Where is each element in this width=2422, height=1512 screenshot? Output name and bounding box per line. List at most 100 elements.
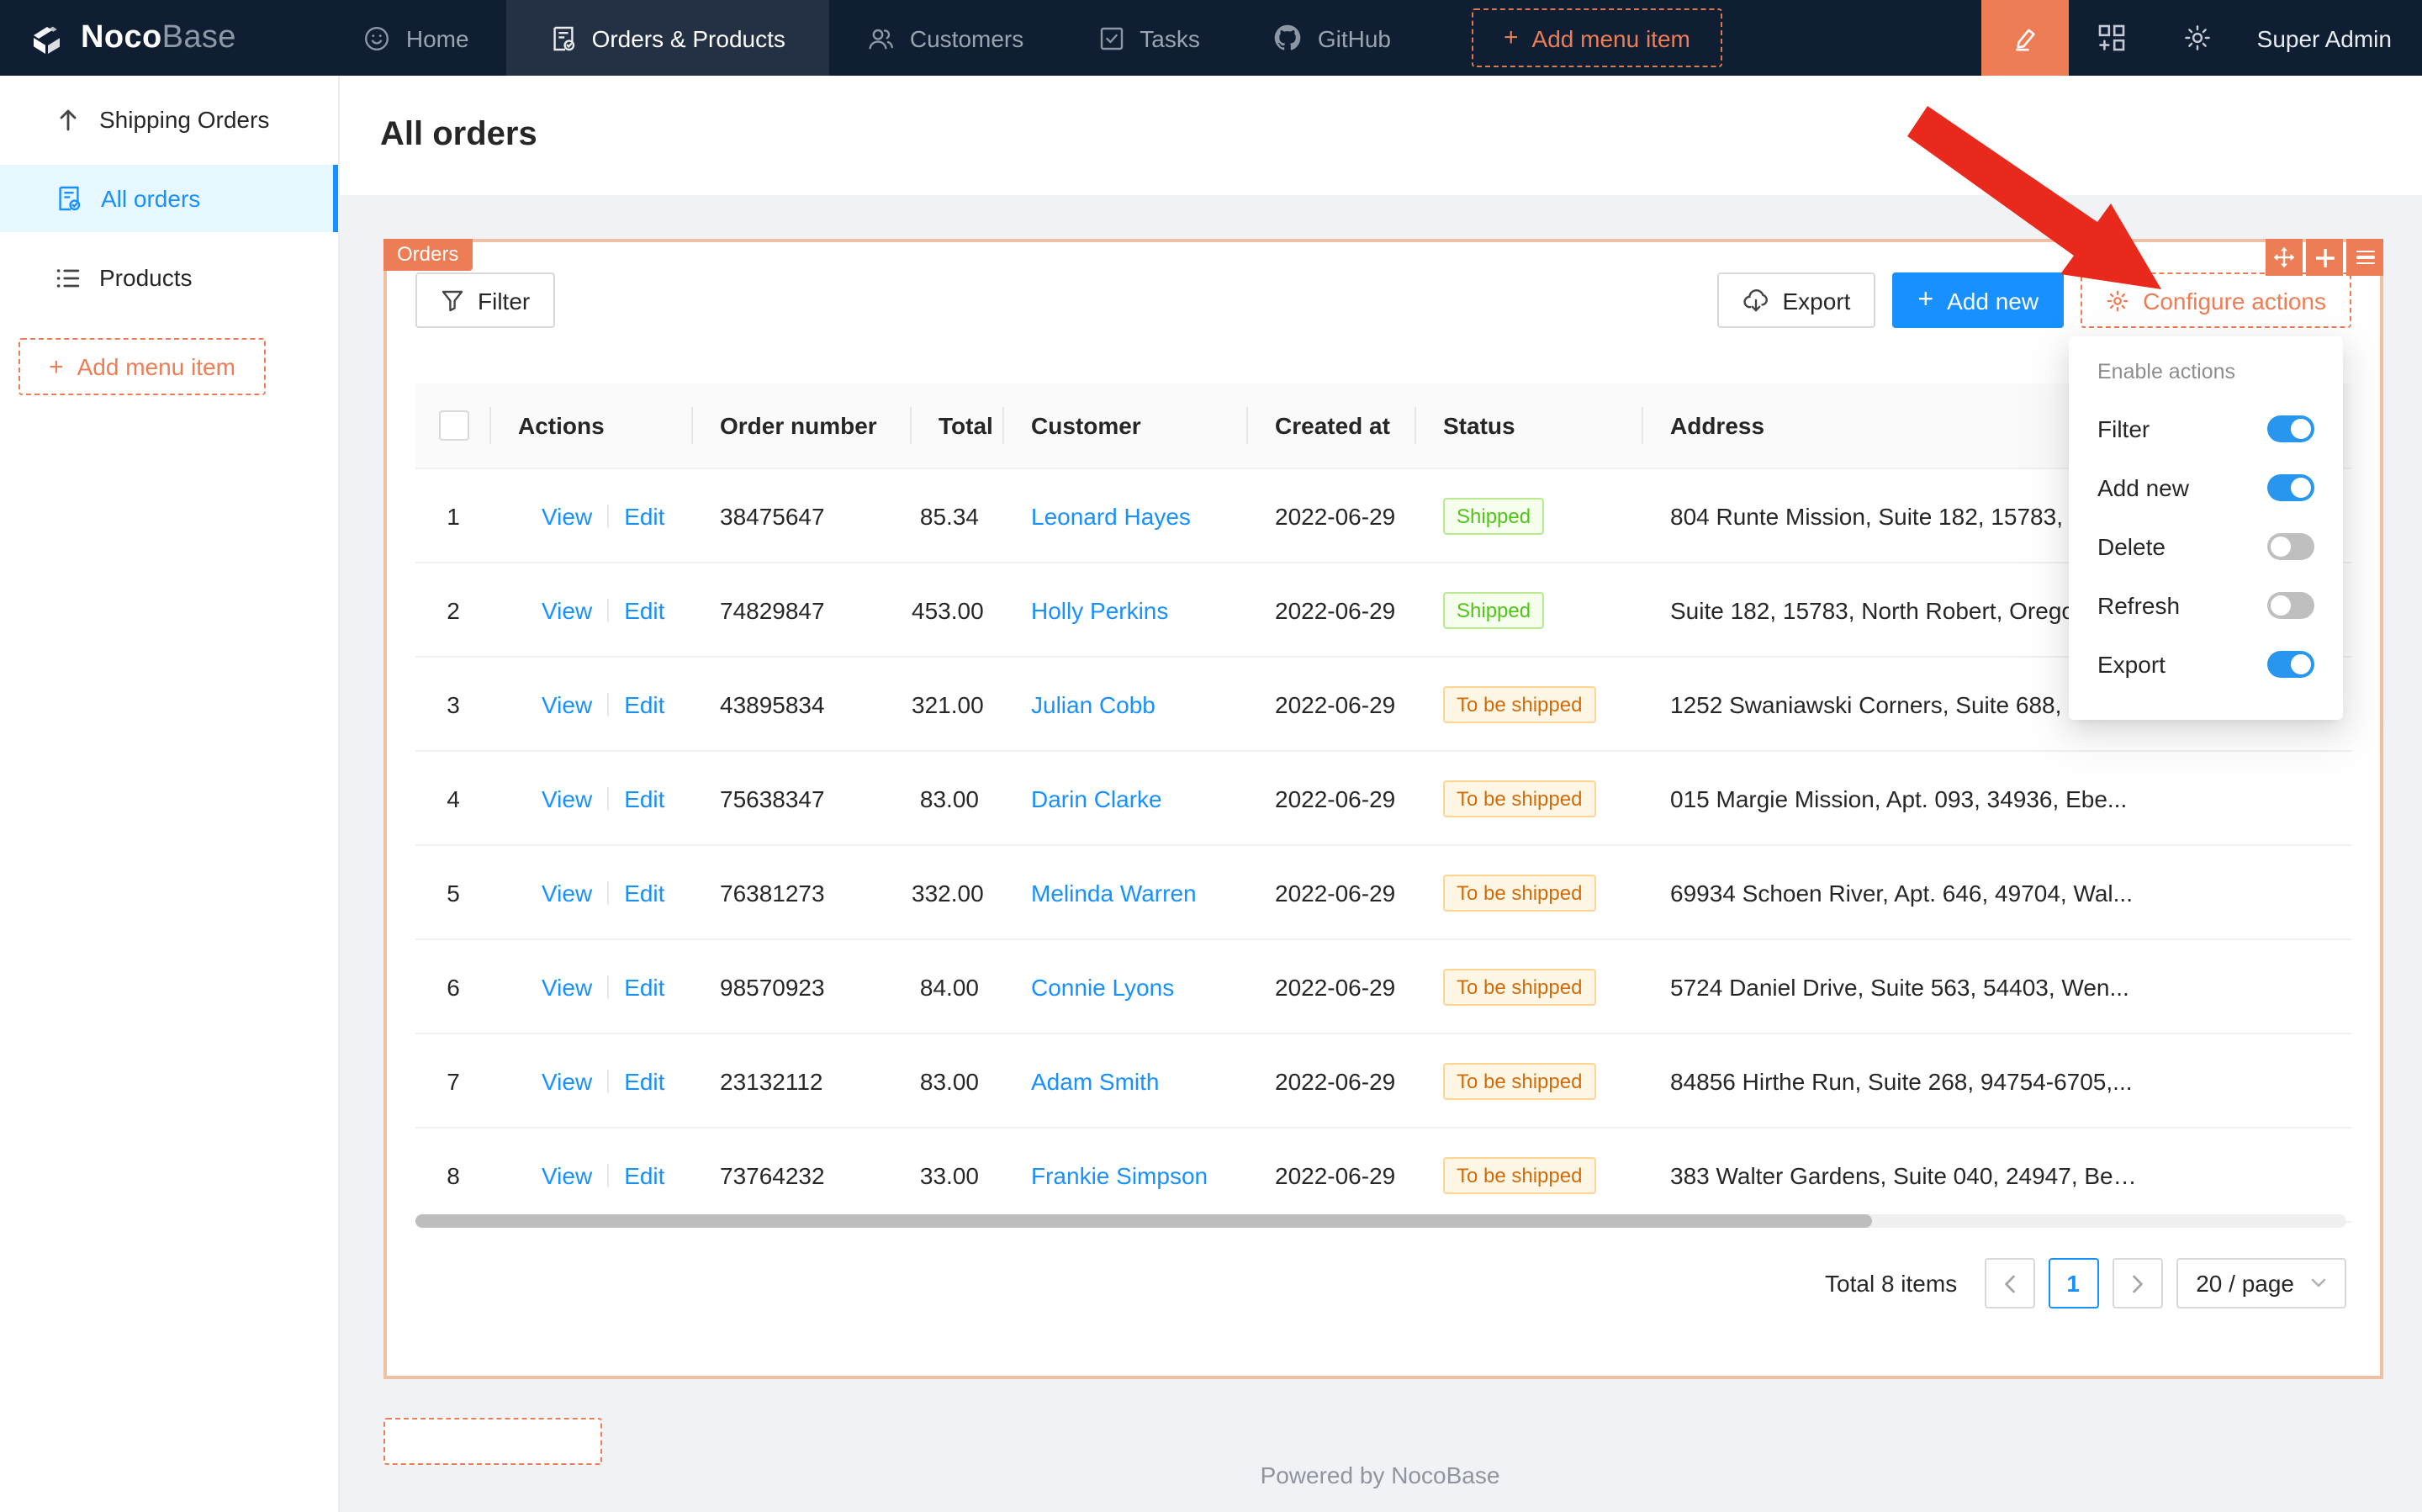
edit-link[interactable]: Edit [624,1161,664,1188]
prev-page-button[interactable] [1984,1258,2034,1308]
table-toolbar: Filter Export + Add new [415,272,2351,328]
toggle-switch[interactable] [2267,415,2314,442]
dropdown-toggle-item[interactable]: Refresh [2069,579,2343,632]
page-size-select[interactable]: 20 / page [2176,1258,2346,1308]
cell-address: 69934 Schoen River, Apt. 646, 49704, Wal… [1643,845,2351,939]
row-index: 1 [415,468,491,563]
sidebar-menu: Shipping Orders All orders [0,76,338,311]
dropdown-toggle-item[interactable]: Add new [2069,461,2343,515]
table-row: 7 ViewEdit 23132112 83.00 Adam Smith 202… [415,1034,2351,1128]
scrollbar-thumb[interactable] [415,1214,1872,1228]
row-index: 3 [415,657,491,751]
divider [607,786,609,810]
cell-address: 383 Walter Gardens, Suite 040, 24947, Be… [1643,1128,2351,1222]
edit-link[interactable]: Edit [624,502,664,529]
row-index: 6 [415,939,491,1034]
tab-tasks[interactable]: Tasks [1060,0,1237,76]
toggle-switch[interactable] [2267,533,2314,560]
horizontal-scrollbar[interactable] [415,1214,2346,1228]
github-icon [1274,24,1303,52]
filter-button[interactable]: Filter [415,272,555,328]
dropdown-toggle-item[interactable]: Filter [2069,402,2343,456]
edit-link[interactable]: Edit [624,785,664,812]
smile-icon [364,24,391,51]
nocobase-logo-icon [27,18,67,58]
tab-customers[interactable]: Customers [829,0,1060,76]
cell-created-at: 2022-06-29 [1248,1034,1416,1128]
cell-order-number: 75638347 [693,751,912,845]
toggle-switch[interactable] [2267,592,2314,619]
cell-status: Shipped [1416,468,1643,563]
customer-link[interactable]: Darin Clarke [1031,785,1162,812]
customer-link[interactable]: Julian Cobb [1031,690,1155,717]
dropdown-toggle-item[interactable]: Delete [2069,520,2343,574]
dropdown-toggle-item[interactable]: Export [2069,637,2343,691]
toggle-switch[interactable] [2267,651,2314,678]
sidebar-item-products[interactable]: Products [0,244,338,311]
status-badge: To be shipped [1443,968,1595,1005]
app-viewport: NocoBase Home Orders [0,0,2422,1512]
main-menu: Home Orders & Products C [327,0,1428,76]
toggle-switch[interactable] [2267,474,2314,501]
cell-customer: Melinda Warren [1004,845,1248,939]
tab-github[interactable]: GitHub [1237,0,1428,76]
sidebar-item-shipping-orders[interactable]: Shipping Orders [0,86,338,153]
view-link[interactable]: View [542,690,592,717]
row-actions: View Edit [491,845,693,939]
configure-actions-button[interactable]: Configure actions [2081,272,2351,328]
user-menu[interactable]: Super Admin [2257,24,2392,51]
view-link[interactable]: View [542,502,592,529]
customer-link[interactable]: Melinda Warren [1031,879,1197,906]
customer-link[interactable]: Adam Smith [1031,1067,1160,1094]
tab-home[interactable]: Home [327,0,506,76]
sidebar-item-all-orders[interactable]: All orders [0,165,338,232]
row-index: 7 [415,1034,491,1128]
plugin-manager-button[interactable] [2097,24,2126,52]
navbar-add-menu-item-button[interactable]: + Add menu item [1472,8,1722,67]
cell-order-number: 43895834 [693,657,912,751]
page-number-button[interactable]: 1 [2048,1258,2098,1308]
edit-link[interactable]: Edit [624,1067,664,1094]
brand-logo[interactable]: NocoBase [27,18,236,58]
view-link[interactable]: View [542,785,592,812]
status-badge: Shipped [1443,497,1544,534]
sidebar-add-menu-item-button[interactable]: + Add menu item [19,338,266,395]
export-button[interactable]: Export [1717,272,1876,328]
view-link[interactable]: View [542,596,592,623]
add-new-button[interactable]: + Add new [1892,272,2064,328]
view-link[interactable]: View [542,1161,592,1188]
row-index: 8 [415,1128,491,1222]
cell-order-number: 38475647 [693,468,912,563]
add-block-icon[interactable] [2306,239,2343,276]
view-link[interactable]: View [542,1067,592,1094]
drag-handle-icon[interactable] [2266,239,2303,276]
edit-link[interactable]: Edit [624,973,664,1000]
enable-actions-dropdown: Enable actions Filter Add new Delete [2069,336,2343,720]
navbar-right: Super Admin [1981,0,2422,76]
customer-link[interactable]: Frankie Simpson [1031,1161,1208,1188]
block-menu-icon[interactable] [2346,239,2383,276]
add-block-button[interactable]: + Add block [383,1418,602,1465]
next-page-button[interactable] [2112,1258,2162,1308]
check-square-icon [1097,24,1124,51]
view-link[interactable]: View [542,973,592,1000]
row-index: 5 [415,845,491,939]
ui-editor-button[interactable] [1981,0,2069,76]
edit-link[interactable]: Edit [624,690,664,717]
edit-link[interactable]: Edit [624,596,664,623]
divider [607,1069,609,1092]
status-badge: To be shipped [1443,1156,1595,1193]
cell-total: 321.00 [912,657,1004,751]
customer-link[interactable]: Connie Lyons [1031,973,1174,1000]
customer-link[interactable]: Leonard Hayes [1031,502,1191,529]
edit-link[interactable]: Edit [624,879,664,906]
arrow-up-icon [56,107,81,132]
customer-link[interactable]: Holly Perkins [1031,596,1168,623]
select-all-checkbox[interactable] [438,410,468,441]
pagination: Total 8 items 1 20 / page [1825,1258,2346,1308]
tab-orders-products[interactable]: Orders & Products [506,0,829,76]
view-link[interactable]: View [542,879,592,906]
table-row: 3 ViewEdit 43895834 321.00 Julian Cobb 2… [415,657,2351,751]
settings-gear-button[interactable] [2183,24,2212,52]
toolbar-actions: Export + Add new Configure act [1717,272,2352,328]
